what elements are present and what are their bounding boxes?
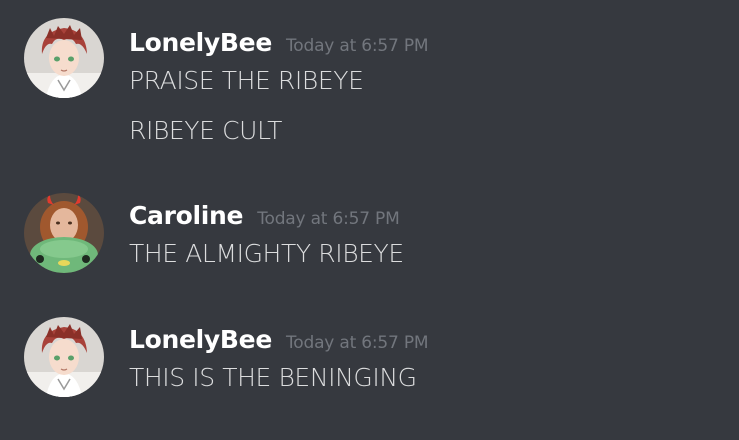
chat-messages: LonelyBee Today at 6:57 PM PRAISE THE RIB… bbox=[0, 0, 739, 440]
username[interactable]: LonelyBee bbox=[129, 28, 272, 57]
message-text: THE ALMIGHTY RIBEYE bbox=[129, 239, 404, 268]
user-avatar[interactable] bbox=[24, 317, 104, 397]
user-avatar[interactable] bbox=[24, 18, 104, 98]
message-header: Caroline Today at 6:57 PM bbox=[129, 201, 400, 230]
user-avatar[interactable] bbox=[24, 193, 104, 273]
message-header: LonelyBee Today at 6:57 PM bbox=[129, 28, 429, 57]
username[interactable]: Caroline bbox=[129, 201, 244, 230]
message-header: LonelyBee Today at 6:57 PM bbox=[129, 325, 429, 354]
girl-devil-horns-avatar-icon bbox=[24, 193, 104, 273]
message-text: THIS IS THE BENINGING bbox=[129, 363, 417, 392]
username[interactable]: LonelyBee bbox=[129, 325, 272, 354]
message-text: PRAISE THE RIBEYE bbox=[129, 66, 364, 95]
message-text: RIBEYE CULT bbox=[129, 116, 283, 145]
anime-boy-avatar-icon bbox=[24, 317, 104, 397]
timestamp: Today at 6:57 PM bbox=[286, 333, 429, 353]
timestamp: Today at 6:57 PM bbox=[286, 36, 429, 56]
timestamp: Today at 6:57 PM bbox=[257, 209, 400, 229]
anime-boy-avatar-icon bbox=[24, 18, 104, 98]
